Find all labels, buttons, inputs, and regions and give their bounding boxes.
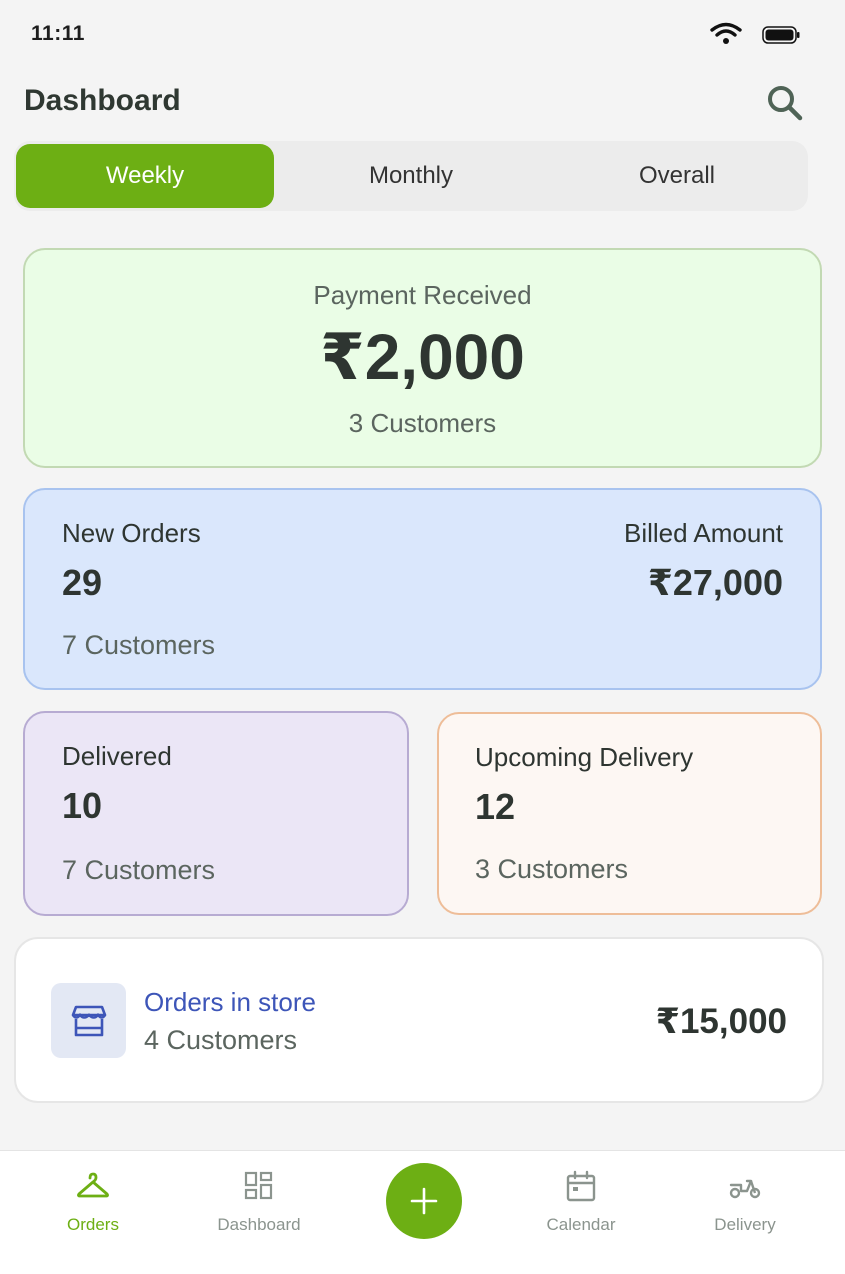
status-bar: 11:11: [0, 0, 845, 68]
billed-amount-value: ₹27,000: [647, 562, 783, 603]
upcoming-label: Upcoming Delivery: [475, 742, 694, 772]
new-orders-label: New Orders: [62, 518, 201, 548]
payment-amount: ₹2,000: [320, 321, 525, 393]
nav-dashboard[interactable]: Dashboard: [184, 1151, 334, 1261]
scooter-icon: [729, 1179, 761, 1199]
status-time: 11:11: [31, 22, 85, 45]
nav-orders[interactable]: Orders: [18, 1151, 168, 1261]
new-orders-customers: 7 Customers: [62, 630, 216, 660]
search-icon: [768, 86, 803, 121]
store-amount: ₹15,000: [655, 1002, 787, 1041]
orders-in-store-card[interactable]: Orders in store 4 Customers ₹15,000: [14, 937, 824, 1103]
dashboard-icon: [244, 1171, 273, 1200]
tab-weekly[interactable]: Weekly: [16, 144, 274, 208]
tab-overall[interactable]: Overall: [548, 144, 806, 208]
store-icon-box: [51, 983, 126, 1058]
page-title: Dashboard: [24, 84, 181, 117]
delivered-label: Delivered: [62, 741, 172, 771]
payment-customers: 3 Customers: [348, 408, 497, 438]
new-orders-count: 29: [62, 562, 103, 603]
payment-label: Payment Received: [313, 280, 532, 310]
period-tabs: Weekly Monthly Overall: [14, 141, 808, 211]
calendar-icon: [566, 1170, 596, 1202]
plus-icon: [410, 1187, 438, 1215]
upcoming-delivery-card[interactable]: Upcoming Delivery 12 3 Customers: [437, 712, 822, 915]
payment-received-card[interactable]: Payment Received ₹2,000 3 Customers: [23, 248, 822, 468]
nav-delivery[interactable]: Delivery: [670, 1151, 820, 1261]
wifi-icon: [710, 22, 742, 44]
battery-icon: [762, 26, 800, 44]
tab-monthly[interactable]: Monthly: [282, 144, 540, 208]
bottom-nav: Orders Dashboard Calendar Delivery: [0, 1150, 845, 1274]
nav-orders-label: Orders: [67, 1215, 119, 1234]
nav-calendar-label: Calendar: [546, 1215, 616, 1234]
delivered-card[interactable]: Delivered 10 7 Customers: [23, 711, 409, 916]
new-orders-card[interactable]: New Orders 29 7 Customers Billed Amount …: [23, 488, 822, 690]
store-title-link[interactable]: Orders in store: [144, 987, 316, 1018]
delivered-count: 10: [62, 785, 103, 826]
store-customers: 4 Customers: [144, 1025, 298, 1055]
delivered-customers: 7 Customers: [62, 855, 216, 885]
store-icon: [71, 1005, 106, 1036]
add-button[interactable]: [386, 1163, 462, 1239]
nav-dashboard-label: Dashboard: [217, 1215, 301, 1234]
hanger-icon: [77, 1172, 109, 1198]
billed-amount-label: Billed Amount: [624, 518, 783, 548]
nav-delivery-label: Delivery: [714, 1215, 776, 1234]
upcoming-customers: 3 Customers: [475, 854, 629, 884]
search-button[interactable]: [762, 80, 806, 124]
nav-calendar[interactable]: Calendar: [506, 1151, 656, 1261]
upcoming-count: 12: [475, 786, 516, 827]
